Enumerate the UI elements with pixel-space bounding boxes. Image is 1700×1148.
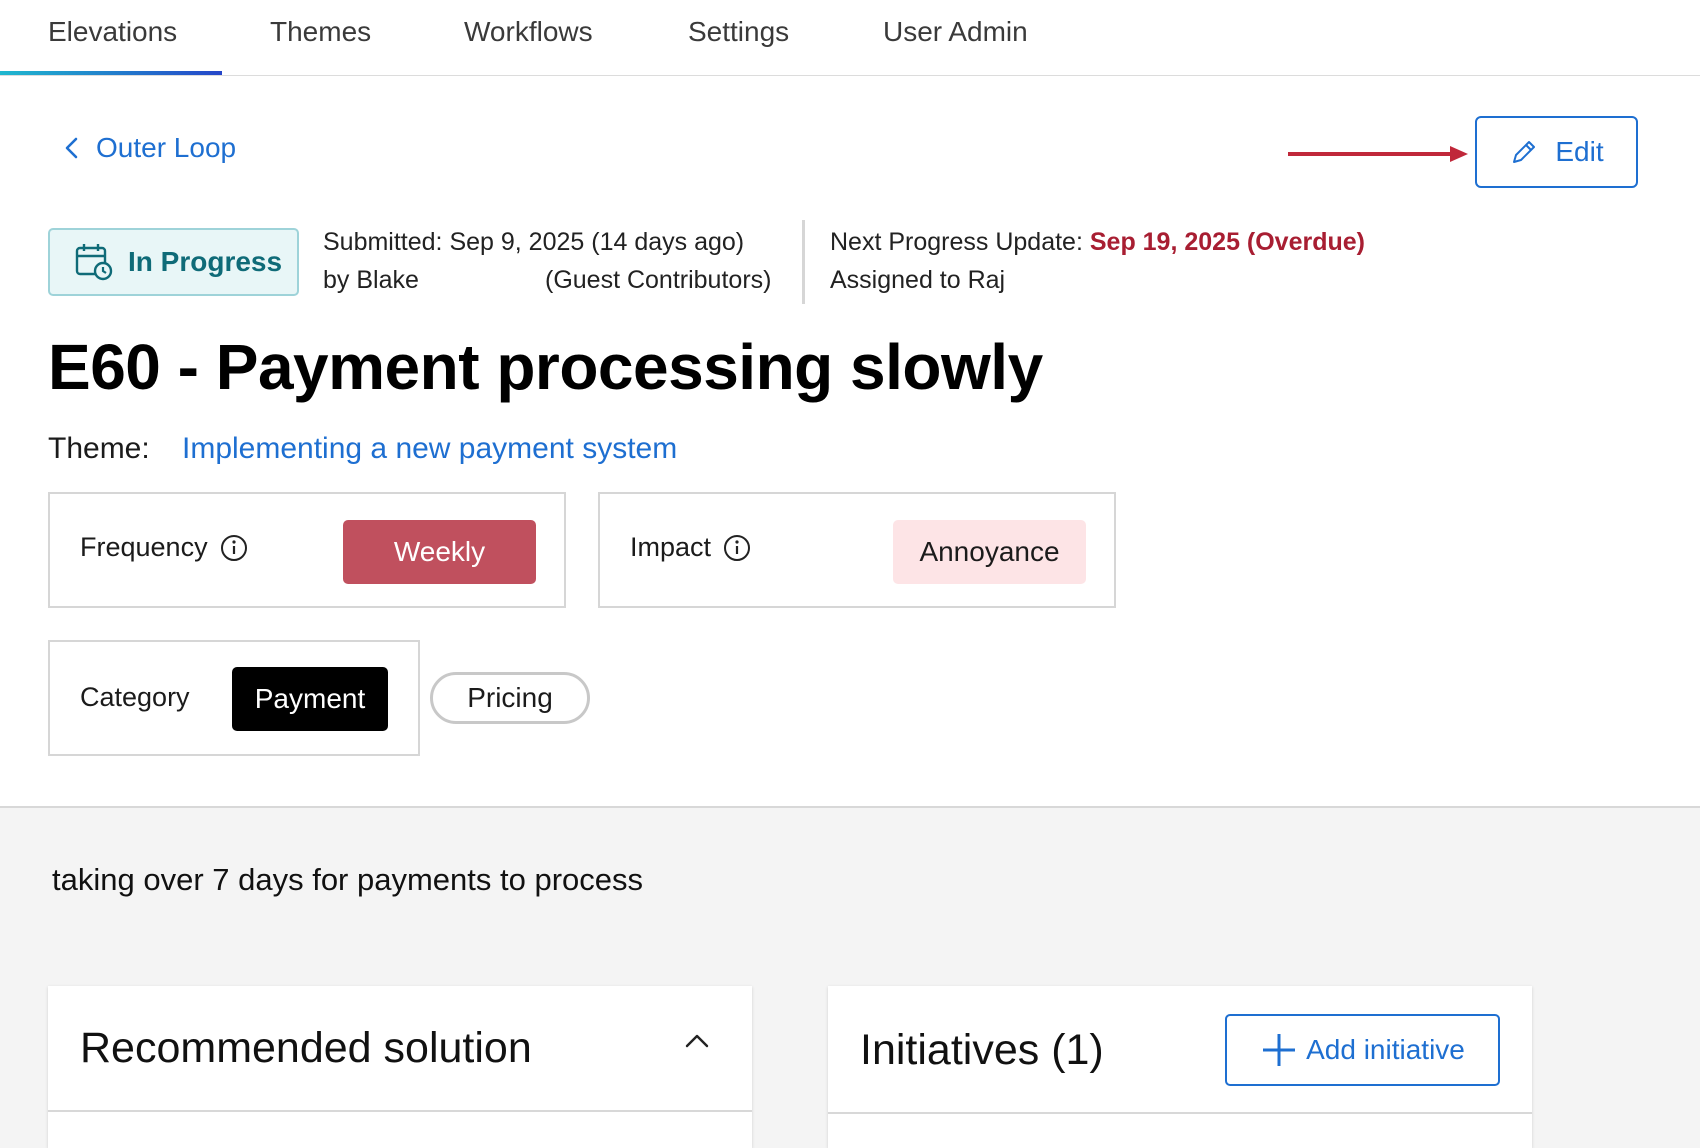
assigned-to: Assigned to Raj — [830, 266, 1006, 294]
info-icon[interactable] — [220, 534, 248, 562]
impact-field: Impact — [630, 532, 751, 563]
category-payment-pill[interactable]: Payment — [232, 667, 388, 731]
theme-row: Theme: Implementing a new payment system — [48, 432, 677, 466]
tab-elevations[interactable]: Elevations — [48, 16, 177, 48]
add-initiative-button[interactable]: Add initiative — [1225, 1014, 1500, 1086]
active-tab-indicator — [0, 71, 222, 75]
impact-label: Impact — [630, 532, 712, 562]
category-label: Category — [80, 682, 190, 712]
tab-user-admin[interactable]: User Admin — [883, 16, 1028, 48]
frequency-label: Frequency — [80, 532, 208, 562]
tab-workflows[interactable]: Workflows — [464, 16, 593, 48]
theme-link[interactable]: Implementing a new payment system — [182, 432, 677, 466]
calendar-clock-icon — [75, 244, 113, 281]
annotation-arrow-icon — [1288, 146, 1468, 162]
submitted-date: Submitted: Sep 9, 2025 (14 days ago) — [323, 228, 745, 256]
edit-button[interactable]: Edit — [1475, 116, 1638, 188]
category-pricing-tag[interactable]: Pricing — [430, 672, 590, 724]
pencil-icon — [1513, 141, 1536, 163]
impact-value-pill[interactable]: Annoyance — [893, 520, 1086, 584]
submitted-by: by Blake — [323, 266, 419, 294]
next-progress-update: Next Progress Update: Sep 19, 2025 (Over… — [830, 228, 1365, 257]
plus-icon — [1263, 1034, 1296, 1066]
page-title: E60 - Payment processing slowly — [48, 331, 1043, 403]
status-badge: In Progress — [48, 228, 299, 296]
info-icon[interactable] — [723, 534, 751, 562]
status-label: In Progress — [128, 246, 283, 277]
add-initiative-label: Add initiative — [1306, 1034, 1465, 1065]
impact-card: Impact Annoyance — [598, 492, 1116, 608]
next-update-date: Sep 19, 2025 (Overdue) — [1089, 228, 1365, 256]
chevron-up-icon[interactable] — [682, 1026, 712, 1056]
recommended-solution-title: Recommended solution — [80, 1024, 532, 1072]
top-nav: Elevations Themes Workflows Settings Use… — [0, 0, 1700, 76]
tab-settings[interactable]: Settings — [688, 16, 789, 48]
theme-label: Theme: — [48, 432, 150, 465]
frequency-field: Frequency — [80, 532, 248, 563]
recommended-solution-panel: Recommended solution — [48, 986, 752, 1148]
edit-button-label: Edit — [1555, 136, 1604, 167]
submitter-group: (Guest Contributors) — [545, 266, 772, 294]
elevation-description: taking over 7 days for payments to proce… — [52, 862, 644, 897]
initiatives-title: Initiatives (1) — [860, 1026, 1104, 1074]
recommended-solution-header[interactable]: Recommended solution — [48, 986, 752, 1112]
meta-divider — [802, 220, 805, 304]
chevron-left-icon — [65, 137, 78, 159]
back-link-label: Outer Loop — [96, 132, 237, 163]
frequency-card: Frequency Weekly — [48, 492, 566, 608]
tab-themes[interactable]: Themes — [270, 16, 371, 48]
back-link[interactable]: Outer Loop — [60, 132, 236, 164]
category-card: Category Payment — [48, 640, 420, 756]
next-update-label: Next Progress Update: — [830, 228, 1083, 256]
frequency-value-pill[interactable]: Weekly — [343, 520, 536, 584]
